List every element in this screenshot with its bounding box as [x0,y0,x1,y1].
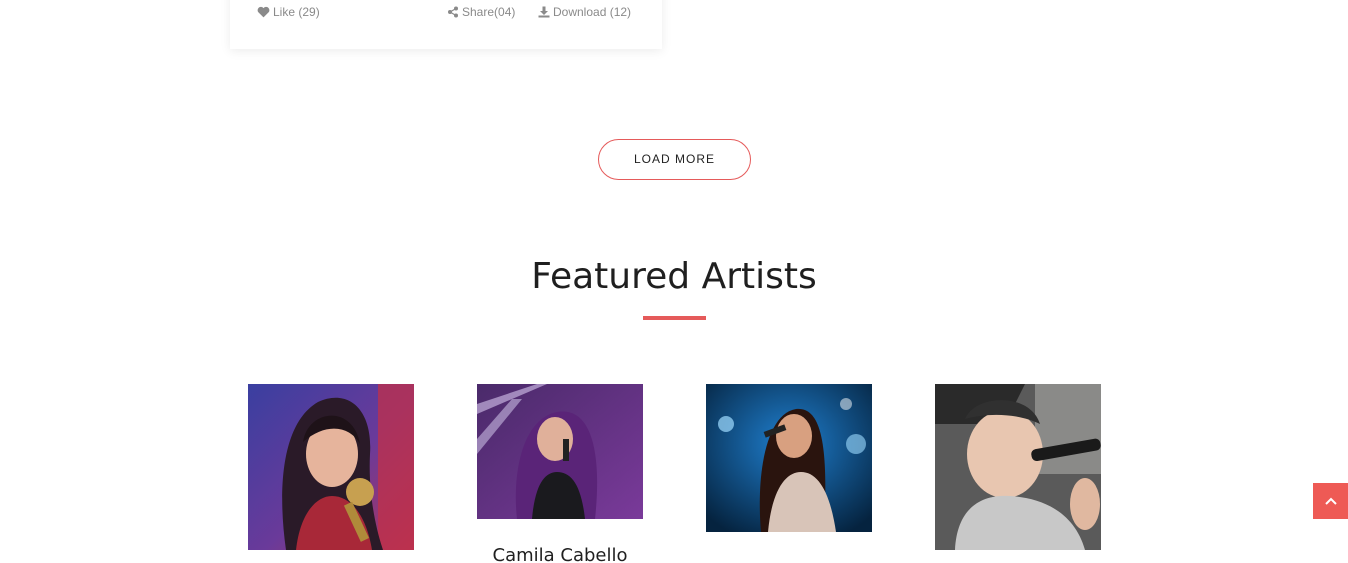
load-more-button[interactable]: LOAD MORE [598,139,751,180]
like-button[interactable]: Like (29) [257,3,320,21]
artist-name-camila[interactable]: Camila Cabello [477,545,643,563]
scroll-to-top-button[interactable] [1313,483,1348,519]
share-label: Share(04) [462,5,516,19]
download-icon [538,6,550,18]
artist-photo-3[interactable] [706,384,872,532]
artist-photo-4[interactable] [935,384,1101,550]
section-title: Featured Artists [531,256,817,297]
download-label: Download (12) [553,5,632,19]
title-underline [643,316,706,320]
chevron-up-icon [1324,497,1337,505]
page: Like (29) Share(04) Download (12) LOAD M… [0,0,1348,563]
artist-photo-2[interactable] [477,384,643,519]
heart-icon [257,6,270,18]
download-button[interactable]: Download (12) [538,3,631,21]
share-button[interactable]: Share(04) [447,3,515,21]
like-label: Like (29) [273,5,320,19]
post-card: Like (29) Share(04) Download (12) [230,0,662,49]
artist-photo-1[interactable] [248,384,414,550]
share-icon [448,6,458,18]
